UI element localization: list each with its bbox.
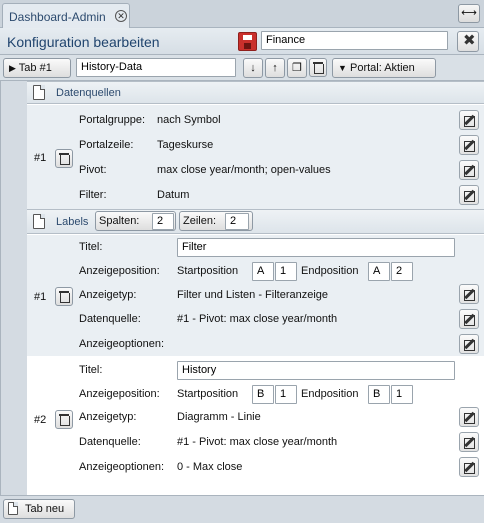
label-title-label: Titel: (79, 364, 103, 376)
end-row-input[interactable]: 1 (391, 385, 413, 404)
triangle-right-icon: ▶ (9, 63, 16, 73)
start-position-label: Startposition (177, 265, 239, 277)
tab-toolbar: ▶ Tab #1 History-Data ↓ ↑ ❐ ▼ Portal: Ak… (0, 55, 484, 81)
dashboard-name-input[interactable]: Finance (261, 31, 448, 50)
start-position-label: Startposition (177, 388, 239, 400)
portalgroup-value: nach Symbol (157, 114, 221, 126)
datasources-title: Datenquellen (56, 87, 121, 99)
tab-name-input[interactable]: History-Data (76, 58, 236, 77)
copy-icon[interactable]: ❐ (287, 58, 307, 78)
start-row-input[interactable]: 1 (275, 262, 297, 281)
move-up-icon[interactable]: ↑ (265, 58, 285, 78)
delete-label-icon[interactable] (55, 287, 73, 306)
move-down-icon[interactable]: ↓ (243, 58, 263, 78)
editor-header: Konfiguration bearbeiten Finance ✖ (0, 28, 484, 55)
label-title-input[interactable]: Filter (177, 238, 455, 257)
start-col-input[interactable]: A (252, 262, 274, 281)
label-type-value: Filter und Listen - Filteranzeige (177, 289, 329, 301)
label-source-label: Datenquelle: (79, 436, 141, 448)
label-position-label: Anzeigeposition: (79, 388, 160, 400)
columns-label: Spalten: (99, 215, 140, 227)
label-options-value: 0 - Max close (177, 461, 243, 473)
label-source-value: #1 - Pivot: max close year/month (177, 436, 338, 448)
save-icon[interactable] (238, 32, 257, 51)
delete-datasource-icon[interactable] (55, 149, 73, 168)
label-position-label: Anzeigeposition: (79, 265, 160, 277)
edit-type-icon[interactable] (459, 284, 479, 304)
tab-select-label: Tab #1 (18, 62, 52, 74)
label-type-value: Diagramm - Linie (177, 411, 261, 423)
maximize-icon[interactable]: ⟷ (458, 4, 480, 23)
delete-label-icon[interactable] (55, 410, 73, 429)
start-col-input[interactable]: B (252, 385, 274, 404)
filter-value: Datum (157, 189, 190, 201)
new-label-icon[interactable] (33, 214, 45, 229)
tab-close-icon[interactable]: ✕ (115, 10, 127, 22)
left-gutter (1, 81, 27, 495)
edit-pivot-icon[interactable] (459, 160, 479, 180)
end-col-input[interactable]: A (368, 262, 390, 281)
filter-label: Filter: (79, 189, 107, 201)
label-type-label: Anzeigetyp: (79, 289, 137, 301)
new-tab-label: Tab neu (25, 503, 65, 515)
new-tab-button[interactable]: Tab neu (3, 499, 75, 519)
rows-label: Zeilen: (183, 215, 217, 227)
label-index: #2 (34, 414, 47, 426)
close-editor-button[interactable]: ✖ (457, 31, 479, 52)
end-position-label: Endposition (301, 388, 359, 400)
editor-footer: Tab neu (0, 495, 484, 523)
tab-select-button[interactable]: ▶ Tab #1 (3, 58, 71, 78)
window-tab-title: Dashboard-Admin (9, 10, 106, 24)
end-position-label: Endposition (301, 265, 359, 277)
triangle-down-icon: ▼ (338, 63, 347, 73)
edit-filter-icon[interactable] (459, 185, 479, 205)
new-tab-icon (8, 502, 18, 515)
edit-portalgroup-icon[interactable] (459, 110, 479, 130)
edit-options-icon[interactable] (459, 457, 479, 477)
edit-source-icon[interactable] (459, 432, 479, 452)
datasource-index: #1 (34, 152, 47, 164)
content-panel: Datenquellen #1 Portalgruppe: nach Symbo… (0, 81, 484, 495)
label-title-input[interactable]: History (177, 361, 455, 380)
page-title: Konfiguration bearbeiten (7, 34, 160, 50)
pivot-value: max close year/month; open-values (157, 164, 331, 176)
datasources-section-header: Datenquellen (27, 81, 484, 104)
label-options-label: Anzeigeoptionen: (79, 461, 165, 473)
label-title-label: Titel: (79, 241, 103, 253)
new-document-icon[interactable] (33, 85, 45, 100)
edit-portalrow-icon[interactable] (459, 135, 479, 155)
edit-type-icon[interactable] (459, 407, 479, 427)
label-index: #1 (34, 291, 47, 303)
window-tab[interactable]: Dashboard-Admin ✕ (2, 3, 130, 28)
labels-title: Labels (56, 216, 89, 228)
end-row-input[interactable]: 2 (391, 262, 413, 281)
portal-select-label: Portal: Aktien (349, 62, 415, 74)
label-type-label: Anzeigetyp: (79, 411, 137, 423)
portal-select-button[interactable]: ▼ Portal: Aktien (332, 58, 436, 78)
portalrow-value: Tageskurse (157, 139, 214, 151)
portalrow-label: Portalzeile: (79, 139, 134, 151)
portalgroup-label: Portalgruppe: (79, 114, 146, 126)
window-tab-strip: Dashboard-Admin ✕ ⟷ (0, 0, 484, 28)
delete-tab-icon[interactable] (309, 58, 327, 77)
label-options-label: Anzeigeoptionen: (79, 338, 165, 350)
labels-section-header: Labels Spalten: 2 Zeilen: 2 (27, 209, 484, 234)
edit-options-icon[interactable] (459, 334, 479, 354)
label-source-value: #1 - Pivot: max close year/month (177, 313, 338, 325)
pivot-label: Pivot: (79, 164, 107, 176)
end-col-input[interactable]: B (368, 385, 390, 404)
columns-input[interactable]: 2 (152, 213, 174, 230)
rows-input[interactable]: 2 (225, 213, 249, 230)
label-source-label: Datenquelle: (79, 313, 141, 325)
edit-source-icon[interactable] (459, 309, 479, 329)
start-row-input[interactable]: 1 (275, 385, 297, 404)
